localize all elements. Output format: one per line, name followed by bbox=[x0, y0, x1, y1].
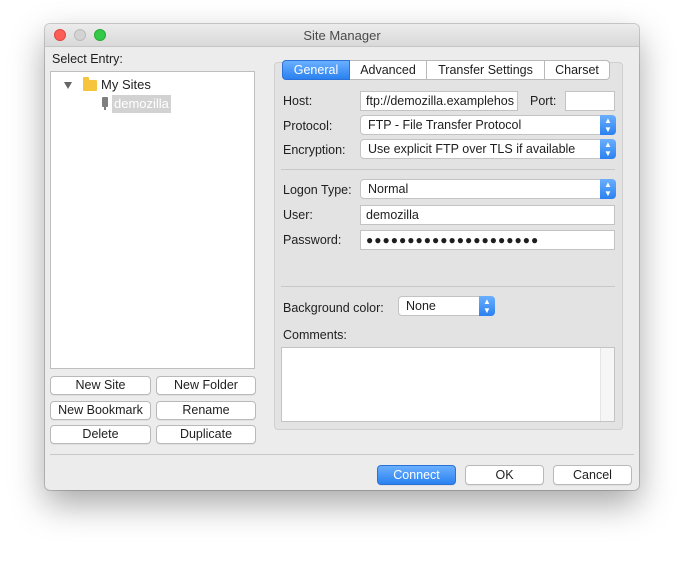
site-tree[interactable]: My Sites demozilla bbox=[50, 71, 255, 369]
connect-button[interactable]: Connect bbox=[377, 465, 456, 485]
tab-general[interactable]: General bbox=[282, 60, 350, 80]
site-manager-window: Site Manager Select Entry: My Sites demo… bbox=[45, 24, 639, 490]
encryption-label: Encryption: bbox=[283, 143, 346, 157]
tree-item-demozilla[interactable]: demozilla bbox=[51, 95, 254, 113]
up-down-stepper-icon: ▲ ▼ bbox=[600, 179, 616, 199]
select-entry-label: Select Entry: bbox=[52, 52, 123, 66]
delete-button[interactable]: Delete bbox=[50, 425, 151, 444]
user-input[interactable]: demozilla bbox=[360, 205, 615, 225]
background-color-value: None bbox=[406, 299, 436, 313]
logon-type-select[interactable]: Normal ▲ ▼ bbox=[360, 179, 616, 199]
protocol-select[interactable]: FTP - File Transfer Protocol ▲ ▼ bbox=[360, 115, 616, 135]
duplicate-button[interactable]: Duplicate bbox=[156, 425, 256, 444]
tree-folder-label: My Sites bbox=[101, 77, 151, 92]
up-down-stepper-icon: ▲ ▼ bbox=[600, 139, 616, 159]
folder-icon bbox=[83, 77, 97, 91]
section-divider bbox=[281, 286, 615, 287]
tab-bar: General Advanced Transfer Settings Chars… bbox=[282, 60, 610, 80]
new-folder-button[interactable]: New Folder bbox=[156, 376, 256, 395]
password-label: Password: bbox=[283, 233, 342, 247]
host-input[interactable]: ftp://demozilla.examplehos bbox=[360, 91, 518, 111]
server-icon bbox=[102, 97, 108, 110]
comments-textarea[interactable] bbox=[281, 347, 615, 422]
up-down-stepper-icon: ▲ ▼ bbox=[600, 115, 616, 135]
disclosure-triangle-icon[interactable] bbox=[64, 82, 72, 89]
tab-transfer-settings[interactable]: Transfer Settings bbox=[427, 60, 545, 80]
encryption-value: Use explicit FTP over TLS if available bbox=[368, 142, 576, 156]
comments-scrollbar[interactable] bbox=[600, 348, 614, 421]
cancel-button[interactable]: Cancel bbox=[553, 465, 632, 485]
comments-label: Comments: bbox=[283, 328, 347, 342]
background-color-select[interactable]: None ▲ ▼ bbox=[398, 296, 495, 316]
tree-site-label: demozilla bbox=[112, 95, 171, 113]
background-color-label: Background color: bbox=[283, 301, 384, 315]
section-divider bbox=[281, 169, 615, 170]
encryption-select[interactable]: Use explicit FTP over TLS if available ▲… bbox=[360, 139, 616, 159]
tab-charset[interactable]: Charset bbox=[545, 60, 610, 80]
footer-divider bbox=[50, 454, 634, 455]
window-title: Site Manager bbox=[303, 28, 381, 43]
port-label: Port: bbox=[530, 94, 557, 108]
ok-button[interactable]: OK bbox=[465, 465, 544, 485]
user-label: User: bbox=[283, 208, 313, 222]
host-label: Host: bbox=[283, 94, 313, 108]
new-bookmark-button[interactable]: New Bookmark bbox=[50, 401, 151, 420]
title-bar: Site Manager bbox=[45, 24, 639, 47]
protocol-value: FTP - File Transfer Protocol bbox=[368, 118, 522, 132]
rename-button[interactable]: Rename bbox=[156, 401, 256, 420]
tab-advanced[interactable]: Advanced bbox=[350, 60, 427, 80]
tree-item-my-sites[interactable]: My Sites bbox=[51, 76, 254, 94]
new-site-button[interactable]: New Site bbox=[50, 376, 151, 395]
logon-type-value: Normal bbox=[368, 182, 409, 196]
password-input[interactable]: ●●●●●●●●●●●●●●●●●●●●● bbox=[360, 230, 615, 250]
port-input[interactable] bbox=[565, 91, 615, 111]
protocol-label: Protocol: bbox=[283, 119, 333, 133]
logon-type-label: Logon Type: bbox=[283, 183, 352, 197]
up-down-stepper-icon: ▲ ▼ bbox=[479, 296, 495, 316]
